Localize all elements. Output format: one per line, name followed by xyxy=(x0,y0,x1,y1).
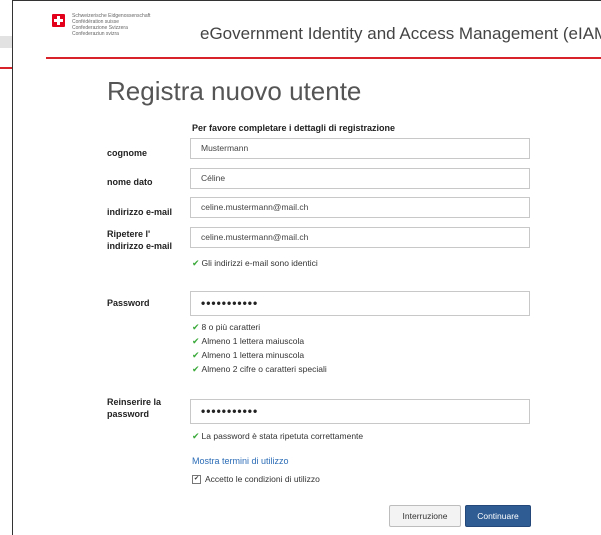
check-icon: ✔ xyxy=(192,350,200,360)
surname-input[interactable]: Mustermann xyxy=(190,138,530,159)
given-name-input[interactable]: Céline xyxy=(190,168,530,189)
check-icon: ✔ xyxy=(192,336,200,346)
email-repeat-label-line1: Ripetere l' xyxy=(107,229,151,239)
password-rule-lowercase: ✔ Almeno 1 lettera minuscola xyxy=(192,350,304,361)
password-input[interactable]: ••••••••••• xyxy=(190,291,530,316)
accept-terms-checkbox[interactable]: ✔ xyxy=(192,475,201,485)
accept-terms-label: Accetto le condizioni di utilizzo xyxy=(205,474,320,484)
password-rule-digits: ✔ Almeno 2 cifre o caratteri speciali xyxy=(192,364,327,375)
password-rule-text: Almeno 2 cifre o caratteri speciali xyxy=(201,364,327,374)
swiss-flag-icon xyxy=(52,14,65,27)
terms-of-use-link[interactable]: Mostra termini di utilizzo xyxy=(192,456,289,466)
email-input[interactable]: celine.mustermann@mail.ch xyxy=(190,197,530,218)
password-repeat-input[interactable]: ••••••••••• xyxy=(190,399,530,424)
given-name-label: nome dato xyxy=(107,177,153,187)
check-icon: ✔ xyxy=(192,431,200,441)
window-top-border xyxy=(12,0,601,1)
confederation-text: Schweizerische Eidgenossenschaft Confédé… xyxy=(72,13,150,37)
check-icon: ✔ xyxy=(192,322,200,332)
email-repeat-label: Ripetere l' indirizzo e-mail xyxy=(107,228,172,252)
password-rule-text: Almeno 1 lettera minuscola xyxy=(201,350,305,360)
email-match-text: Gli indirizzi e-mail sono identici xyxy=(201,258,318,268)
window-left-border xyxy=(12,0,13,535)
password-repeat-label: Reinserire la password xyxy=(107,396,161,420)
side-panel-fragment xyxy=(0,36,12,48)
page-title: Registra nuovo utente xyxy=(107,76,362,106)
email-repeat-input[interactable]: celine.mustermann@mail.ch xyxy=(190,227,530,248)
password-rule-text: 8 o più caratteri xyxy=(201,322,261,332)
password-rule-length: ✔ 8 o più caratteri xyxy=(192,322,260,333)
cancel-button[interactable]: Interruzione xyxy=(389,505,461,527)
password-label: Password xyxy=(107,298,150,308)
password-match-message: ✔ La password è stata ripetuta correttame… xyxy=(192,431,363,442)
password-rule-text: Almeno 1 lettera maiuscola xyxy=(201,336,305,346)
email-match-message: ✔ Gli indirizzi e-mail sono identici xyxy=(192,258,318,269)
password-repeat-label-line2: password xyxy=(107,409,150,419)
surname-label: cognome xyxy=(107,148,148,158)
email-repeat-label-line2: indirizzo e-mail xyxy=(107,241,173,251)
header-red-divider xyxy=(46,57,601,59)
form-instructions: Per favore completare i dettagli di regi… xyxy=(192,123,396,133)
password-rule-uppercase: ✔ Almeno 1 lettera maiuscola xyxy=(192,336,304,347)
continue-button[interactable]: Continuare xyxy=(465,505,531,527)
confederation-line-rm: Confederaziun svizra xyxy=(72,31,119,37)
app-title: eGovernment Identity and Access Manageme… xyxy=(200,24,601,43)
side-red-line xyxy=(0,67,12,69)
password-repeat-label-line1: Reinserire la xyxy=(107,397,162,407)
check-icon: ✔ xyxy=(192,258,200,268)
email-label: indirizzo e-mail xyxy=(107,207,173,217)
password-match-text: La password è stata ripetuta correttamen… xyxy=(201,431,364,441)
check-icon: ✔ xyxy=(192,364,200,374)
accept-terms-row[interactable]: ✔ Accetto le condizioni di utilizzo xyxy=(192,474,320,485)
